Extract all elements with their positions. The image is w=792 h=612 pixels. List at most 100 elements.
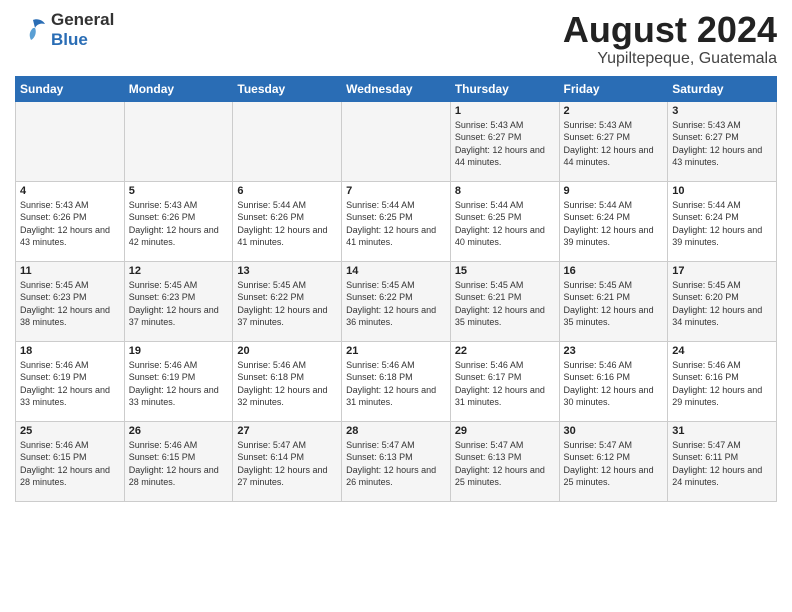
week-row-1: 1 Sunrise: 5:43 AMSunset: 6:27 PMDayligh… xyxy=(16,101,777,181)
day-cell: 11 Sunrise: 5:45 AMSunset: 6:23 PMDaylig… xyxy=(16,261,125,341)
day-cell xyxy=(342,101,451,181)
cell-info: Sunrise: 5:43 AMSunset: 6:27 PMDaylight:… xyxy=(455,119,555,169)
day-number: 14 xyxy=(346,265,446,277)
day-number: 12 xyxy=(129,265,229,277)
day-number: 23 xyxy=(564,345,664,357)
logo: General Blue xyxy=(15,10,114,50)
cell-info: Sunrise: 5:45 AMSunset: 6:21 PMDaylight:… xyxy=(564,279,664,329)
day-number: 11 xyxy=(20,265,120,277)
col-sunday: Sunday xyxy=(16,76,125,101)
day-cell: 23 Sunrise: 5:46 AMSunset: 6:16 PMDaylig… xyxy=(559,341,668,421)
cell-info: Sunrise: 5:44 AMSunset: 6:25 PMDaylight:… xyxy=(346,199,446,249)
cell-info: Sunrise: 5:47 AMSunset: 6:13 PMDaylight:… xyxy=(346,439,446,489)
day-cell: 13 Sunrise: 5:45 AMSunset: 6:22 PMDaylig… xyxy=(233,261,342,341)
cell-info: Sunrise: 5:46 AMSunset: 6:16 PMDaylight:… xyxy=(564,359,664,409)
day-number: 29 xyxy=(455,425,555,437)
page-container: General Blue August 2024 Yupiltepeque, G… xyxy=(0,0,792,507)
header: General Blue August 2024 Yupiltepeque, G… xyxy=(15,10,777,68)
day-cell: 28 Sunrise: 5:47 AMSunset: 6:13 PMDaylig… xyxy=(342,421,451,501)
day-number: 18 xyxy=(20,345,120,357)
cell-info: Sunrise: 5:47 AMSunset: 6:11 PMDaylight:… xyxy=(672,439,772,489)
cell-info: Sunrise: 5:46 AMSunset: 6:19 PMDaylight:… xyxy=(129,359,229,409)
day-number: 8 xyxy=(455,185,555,197)
header-row: Sunday Monday Tuesday Wednesday Thursday… xyxy=(16,76,777,101)
cell-info: Sunrise: 5:45 AMSunset: 6:21 PMDaylight:… xyxy=(455,279,555,329)
title-block: August 2024 Yupiltepeque, Guatemala xyxy=(563,10,777,68)
cell-info: Sunrise: 5:45 AMSunset: 6:22 PMDaylight:… xyxy=(237,279,337,329)
day-cell: 31 Sunrise: 5:47 AMSunset: 6:11 PMDaylig… xyxy=(668,421,777,501)
cell-info: Sunrise: 5:45 AMSunset: 6:23 PMDaylight:… xyxy=(129,279,229,329)
day-number: 6 xyxy=(237,185,337,197)
cell-info: Sunrise: 5:44 AMSunset: 6:26 PMDaylight:… xyxy=(237,199,337,249)
cell-info: Sunrise: 5:45 AMSunset: 6:23 PMDaylight:… xyxy=(20,279,120,329)
cell-info: Sunrise: 5:46 AMSunset: 6:18 PMDaylight:… xyxy=(237,359,337,409)
col-tuesday: Tuesday xyxy=(233,76,342,101)
logo-general: General xyxy=(51,10,114,29)
cell-info: Sunrise: 5:43 AMSunset: 6:26 PMDaylight:… xyxy=(129,199,229,249)
day-number: 19 xyxy=(129,345,229,357)
day-cell: 14 Sunrise: 5:45 AMSunset: 6:22 PMDaylig… xyxy=(342,261,451,341)
cell-info: Sunrise: 5:44 AMSunset: 6:24 PMDaylight:… xyxy=(564,199,664,249)
cell-info: Sunrise: 5:45 AMSunset: 6:20 PMDaylight:… xyxy=(672,279,772,329)
col-monday: Monday xyxy=(124,76,233,101)
day-cell: 5 Sunrise: 5:43 AMSunset: 6:26 PMDayligh… xyxy=(124,181,233,261)
week-row-3: 11 Sunrise: 5:45 AMSunset: 6:23 PMDaylig… xyxy=(16,261,777,341)
title-month: August 2024 xyxy=(563,10,777,50)
day-number: 15 xyxy=(455,265,555,277)
day-number: 27 xyxy=(237,425,337,437)
day-cell: 3 Sunrise: 5:43 AMSunset: 6:27 PMDayligh… xyxy=(668,101,777,181)
day-cell: 21 Sunrise: 5:46 AMSunset: 6:18 PMDaylig… xyxy=(342,341,451,421)
day-number: 4 xyxy=(20,185,120,197)
day-number: 13 xyxy=(237,265,337,277)
day-cell xyxy=(233,101,342,181)
cell-info: Sunrise: 5:44 AMSunset: 6:25 PMDaylight:… xyxy=(455,199,555,249)
day-cell: 10 Sunrise: 5:44 AMSunset: 6:24 PMDaylig… xyxy=(668,181,777,261)
cell-info: Sunrise: 5:46 AMSunset: 6:17 PMDaylight:… xyxy=(455,359,555,409)
day-cell: 24 Sunrise: 5:46 AMSunset: 6:16 PMDaylig… xyxy=(668,341,777,421)
day-cell: 26 Sunrise: 5:46 AMSunset: 6:15 PMDaylig… xyxy=(124,421,233,501)
day-number: 28 xyxy=(346,425,446,437)
day-cell: 1 Sunrise: 5:43 AMSunset: 6:27 PMDayligh… xyxy=(450,101,559,181)
day-cell: 22 Sunrise: 5:46 AMSunset: 6:17 PMDaylig… xyxy=(450,341,559,421)
col-friday: Friday xyxy=(559,76,668,101)
title-location: Yupiltepeque, Guatemala xyxy=(563,50,777,68)
day-number: 25 xyxy=(20,425,120,437)
day-cell: 4 Sunrise: 5:43 AMSunset: 6:26 PMDayligh… xyxy=(16,181,125,261)
col-saturday: Saturday xyxy=(668,76,777,101)
day-cell xyxy=(124,101,233,181)
day-number: 3 xyxy=(672,105,772,117)
day-cell: 7 Sunrise: 5:44 AMSunset: 6:25 PMDayligh… xyxy=(342,181,451,261)
cell-info: Sunrise: 5:44 AMSunset: 6:24 PMDaylight:… xyxy=(672,199,772,249)
day-cell: 20 Sunrise: 5:46 AMSunset: 6:18 PMDaylig… xyxy=(233,341,342,421)
logo-blue: Blue xyxy=(51,30,88,49)
day-number: 26 xyxy=(129,425,229,437)
cell-info: Sunrise: 5:43 AMSunset: 6:26 PMDaylight:… xyxy=(20,199,120,249)
day-number: 5 xyxy=(129,185,229,197)
cell-info: Sunrise: 5:47 AMSunset: 6:12 PMDaylight:… xyxy=(564,439,664,489)
day-number: 17 xyxy=(672,265,772,277)
day-cell: 9 Sunrise: 5:44 AMSunset: 6:24 PMDayligh… xyxy=(559,181,668,261)
day-cell: 25 Sunrise: 5:46 AMSunset: 6:15 PMDaylig… xyxy=(16,421,125,501)
calendar-table: Sunday Monday Tuesday Wednesday Thursday… xyxy=(15,76,777,502)
day-cell: 12 Sunrise: 5:45 AMSunset: 6:23 PMDaylig… xyxy=(124,261,233,341)
cell-info: Sunrise: 5:47 AMSunset: 6:14 PMDaylight:… xyxy=(237,439,337,489)
cell-info: Sunrise: 5:46 AMSunset: 6:19 PMDaylight:… xyxy=(20,359,120,409)
week-row-5: 25 Sunrise: 5:46 AMSunset: 6:15 PMDaylig… xyxy=(16,421,777,501)
col-thursday: Thursday xyxy=(450,76,559,101)
cell-info: Sunrise: 5:47 AMSunset: 6:13 PMDaylight:… xyxy=(455,439,555,489)
day-number: 21 xyxy=(346,345,446,357)
day-cell xyxy=(16,101,125,181)
logo-bird-icon xyxy=(15,14,47,46)
week-row-2: 4 Sunrise: 5:43 AMSunset: 6:26 PMDayligh… xyxy=(16,181,777,261)
day-number: 16 xyxy=(564,265,664,277)
day-number: 31 xyxy=(672,425,772,437)
day-cell: 6 Sunrise: 5:44 AMSunset: 6:26 PMDayligh… xyxy=(233,181,342,261)
day-cell: 8 Sunrise: 5:44 AMSunset: 6:25 PMDayligh… xyxy=(450,181,559,261)
cell-info: Sunrise: 5:46 AMSunset: 6:16 PMDaylight:… xyxy=(672,359,772,409)
day-number: 10 xyxy=(672,185,772,197)
day-cell: 17 Sunrise: 5:45 AMSunset: 6:20 PMDaylig… xyxy=(668,261,777,341)
day-number: 1 xyxy=(455,105,555,117)
day-cell: 16 Sunrise: 5:45 AMSunset: 6:21 PMDaylig… xyxy=(559,261,668,341)
col-wednesday: Wednesday xyxy=(342,76,451,101)
day-number: 20 xyxy=(237,345,337,357)
